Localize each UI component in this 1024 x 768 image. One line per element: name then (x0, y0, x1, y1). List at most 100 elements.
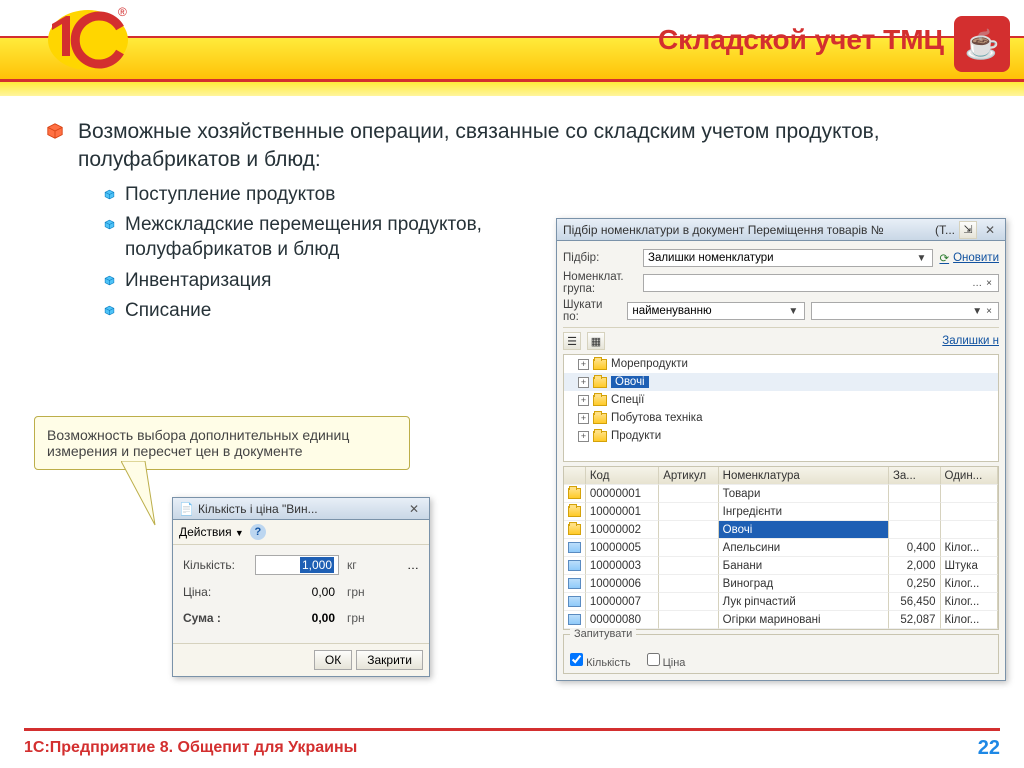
price-row: Ціна: 0,00 грн (183, 583, 419, 601)
search-value-combo[interactable]: ▼ × (811, 302, 999, 320)
dialog-title-extra: (Т... (935, 223, 955, 237)
tree-row[interactable]: + Овочі (564, 373, 998, 391)
chevron-down-icon[interactable]: ▼ (786, 306, 800, 317)
cell-qty: 52,087 (889, 611, 941, 629)
cell-article (659, 575, 718, 593)
item-icon (568, 614, 581, 625)
cell-code: 10000006 (586, 575, 659, 593)
close-icon[interactable]: ✕ (405, 502, 423, 516)
pin-icon[interactable]: ⇲ (959, 221, 977, 239)
unit-picker-button[interactable]: … (407, 558, 419, 572)
grid-row[interactable]: 10000001 Інгредієнти (564, 503, 998, 521)
callout-units-text: Возможность выбора дополнительных единиц… (47, 427, 349, 459)
sum-row: Сума : 0,00 грн (183, 609, 419, 627)
grid-header-cell[interactable]: Один... (941, 467, 998, 485)
grid-header-cell[interactable]: Артикул (659, 467, 718, 485)
dialog-menubar: Действия ▼ ? (173, 520, 429, 545)
qty-input[interactable]: 1,000 (255, 555, 339, 575)
grid-header-cell[interactable]: Номенклатура (719, 467, 889, 485)
item-icon (568, 578, 581, 589)
sub-bullet: Списание (104, 299, 534, 324)
price-unit: грн (347, 585, 365, 599)
search-label: Шукати по: (563, 299, 621, 323)
clear-icon[interactable]: × (984, 306, 994, 317)
cell-code: 00000001 (586, 485, 659, 503)
group-combo[interactable]: … × (643, 274, 999, 292)
expand-icon[interactable]: + (578, 377, 589, 388)
tree-row[interactable]: + Побутова техніка (564, 409, 998, 427)
item-icon (568, 542, 581, 553)
expand-icon[interactable]: + (578, 413, 589, 424)
chevron-down-icon[interactable]: ▼ (915, 253, 929, 264)
request-box: Запитувати Кількість Ціна (563, 634, 999, 674)
grid-row[interactable]: 10000003 Банани 2,000 Штука (564, 557, 998, 575)
expand-icon[interactable]: + (578, 359, 589, 370)
close-icon[interactable]: ✕ (981, 223, 999, 237)
close-button[interactable]: Закрити (356, 650, 423, 670)
category-tree[interactable]: + Морепродукти + Овочі + Спеції + Побуто… (563, 354, 999, 462)
tree-row[interactable]: + Морепродукти (564, 355, 998, 373)
expand-icon[interactable]: + (578, 431, 589, 442)
logo-1c: ® (10, 6, 132, 79)
callout-units: Возможность выбора дополнительных единиц… (34, 416, 410, 470)
tree-mode-button[interactable]: ☰ (563, 332, 581, 350)
cell-qty: 0,250 (889, 575, 941, 593)
cell-article (659, 539, 718, 557)
grid-header-cell[interactable]: Код (586, 467, 659, 485)
bullet-main: Возможные хозяйственные операции, связан… (46, 118, 978, 175)
sum-value: 0,00 (255, 609, 339, 627)
picker-input[interactable] (648, 252, 915, 264)
grid-row[interactable]: 10000007 Лук ріпчастий 56,450 Кілог... (564, 593, 998, 611)
cell-name: Апельсини (719, 539, 889, 557)
clear-icon[interactable]: × (984, 278, 994, 289)
cell-unit (941, 485, 998, 503)
cell-unit: Кілог... (941, 593, 998, 611)
grid-row[interactable]: 00000080 Огірки мариновані 52,087 Кілог.… (564, 611, 998, 629)
ok-button[interactable]: ОК (314, 650, 352, 670)
grid-row[interactable]: 00000001 Товари (564, 485, 998, 503)
cell-article (659, 503, 718, 521)
balance-link[interactable]: Залишки н (942, 335, 999, 347)
grid-header-cell[interactable]: За... (889, 467, 941, 485)
refresh-link[interactable]: ⟳Оновити (939, 251, 999, 265)
items-grid[interactable]: КодАртикулНоменклатураЗа...Один... 00000… (563, 466, 999, 630)
cell-qty: 2,000 (889, 557, 941, 575)
help-icon[interactable]: ? (250, 524, 266, 540)
tree-row[interactable]: + Продукти (564, 427, 998, 445)
expand-icon[interactable]: + (578, 395, 589, 406)
ask-qty-checkbox[interactable]: Кількість (570, 653, 631, 669)
tree-row[interactable]: + Спеції (564, 391, 998, 409)
grid-header-cell[interactable] (564, 467, 586, 485)
picker-combo[interactable]: ▼ (643, 249, 933, 267)
search-value-input[interactable] (816, 305, 970, 317)
cell-code: 10000005 (586, 539, 659, 557)
grid-row[interactable]: 10000005 Апельсини 0,400 Кілог... (564, 539, 998, 557)
chevron-down-icon[interactable]: ▼ (970, 306, 984, 317)
folder-icon (568, 524, 581, 535)
dialog-titlebar[interactable]: Підбір номенклатури в документ Переміщен… (557, 219, 1005, 241)
cell-qty (889, 485, 941, 503)
ask-price-checkbox[interactable]: Ціна (647, 653, 686, 669)
price-label: Ціна: (183, 585, 247, 599)
list-mode-button[interactable]: ▦ (587, 332, 605, 350)
cell-unit: Кілог... (941, 611, 998, 629)
grid-row[interactable]: 10000006 Виноград 0,250 Кілог... (564, 575, 998, 593)
search-by-combo[interactable]: ▼ (627, 302, 805, 320)
cell-code: 10000003 (586, 557, 659, 575)
cell-unit: Кілог... (941, 539, 998, 557)
actions-menu[interactable]: Действия ▼ (179, 525, 244, 539)
qty-row: Кількість: 1,000 кг … (183, 555, 419, 575)
group-input[interactable] (648, 277, 970, 289)
search-by-input[interactable] (632, 305, 786, 317)
dialog-titlebar[interactable]: 📄 Кількість і ціна "Вин... ✕ (173, 498, 429, 520)
tree-label: Овочі (611, 376, 649, 388)
cell-article (659, 485, 718, 503)
cell-unit: Штука (941, 557, 998, 575)
cell-qty (889, 503, 941, 521)
grid-row[interactable]: 10000002 Овочі (564, 521, 998, 539)
tree-label: Морепродукти (611, 358, 688, 370)
cell-article (659, 611, 718, 629)
price-value: 0,00 (255, 583, 339, 601)
cell-name: Овочі (719, 521, 889, 539)
ellipsis-icon[interactable]: … (970, 278, 984, 289)
